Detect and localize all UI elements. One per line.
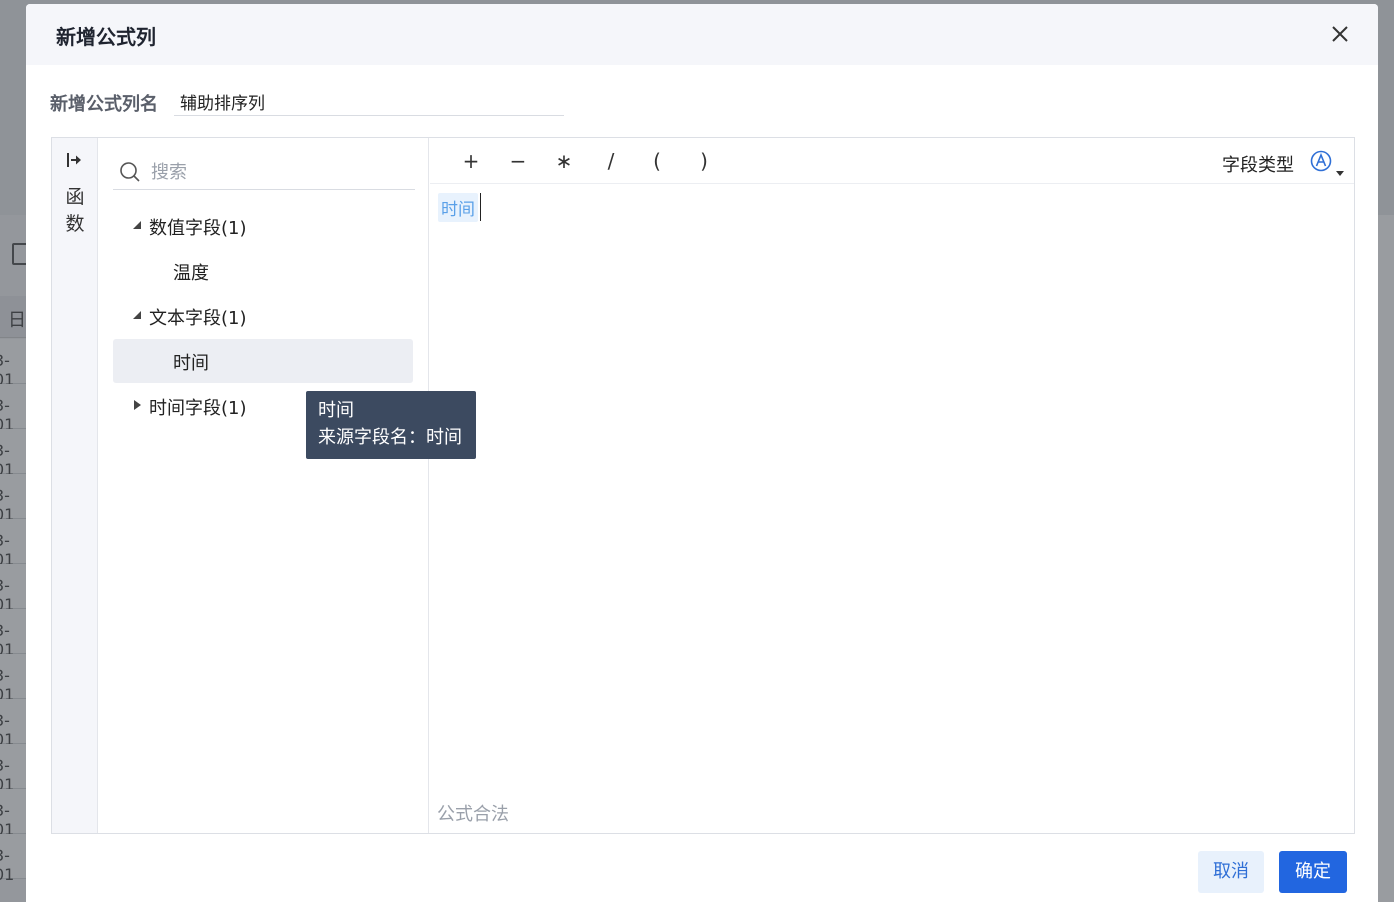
formula-editor: 函数 数值字段(1) 温度 文本字段(1) [51, 137, 1355, 834]
dialog-title: 新增公式列 [56, 25, 156, 49]
tree-item-label: 温度 [173, 263, 209, 284]
column-name-label: 新增公式列名 [50, 94, 158, 115]
formula-input-area[interactable]: 时间 [430, 185, 1354, 785]
formula-field-token[interactable]: 时间 [438, 193, 478, 222]
search-icon [120, 162, 140, 182]
field-list-panel: 数值字段(1) 温度 文本字段(1) 时间 时间字段(1) 时间 来源字段名：时 [99, 138, 476, 833]
cancel-button[interactable]: 取消 [1198, 851, 1264, 893]
multiply-button[interactable]: ∗ [550, 148, 578, 174]
tree-item-label: 时间 [173, 353, 209, 374]
formula-column-dialog: 新增公式列 新增公式列名 函数 [26, 4, 1378, 902]
close-icon[interactable] [1328, 22, 1352, 46]
chevron-down-icon[interactable] [1336, 171, 1344, 176]
function-side-strip[interactable]: 函数 [52, 138, 98, 833]
tree-item-temperature[interactable]: 温度 [113, 249, 413, 293]
plus-button[interactable]: + [457, 148, 485, 174]
operator-toolbar: + − ∗ / ( ) 字段类型 [430, 138, 1354, 184]
column-name-input[interactable] [174, 88, 564, 116]
tree-group-text[interactable]: 文本字段(1) [113, 296, 415, 336]
field-search [113, 154, 415, 190]
right-paren-button[interactable]: ) [690, 148, 718, 174]
tree-group-label: 数值字段(1) [149, 218, 247, 239]
caret-collapsed-icon[interactable] [131, 399, 143, 411]
tree-group-label: 时间字段(1) [149, 398, 247, 419]
text-cursor [480, 193, 481, 221]
formula-panel: + − ∗ / ( ) 字段类型 时间 公式合法 [430, 138, 1354, 833]
tree-group-label: 文本字段(1) [149, 308, 247, 329]
divide-button[interactable]: / [597, 148, 625, 174]
expand-arrow-icon[interactable] [65, 150, 85, 170]
text-type-icon[interactable] [1310, 150, 1332, 172]
tree-group-numeric[interactable]: 数值字段(1) [113, 206, 415, 246]
caret-expanded-icon[interactable] [131, 219, 143, 231]
left-paren-button[interactable]: ( [643, 148, 671, 174]
search-input[interactable] [151, 158, 401, 186]
dialog-header: 新增公式列 [26, 4, 1378, 65]
caret-expanded-icon[interactable] [131, 309, 143, 321]
tree-item-time[interactable]: 时间 [113, 339, 413, 383]
functions-tab-label[interactable]: 函数 [65, 184, 85, 238]
minus-button[interactable]: − [504, 148, 532, 174]
formula-status: 公式合法 [437, 804, 509, 825]
field-type-label[interactable]: 字段类型 [1222, 151, 1294, 177]
confirm-button[interactable]: 确定 [1279, 851, 1347, 893]
